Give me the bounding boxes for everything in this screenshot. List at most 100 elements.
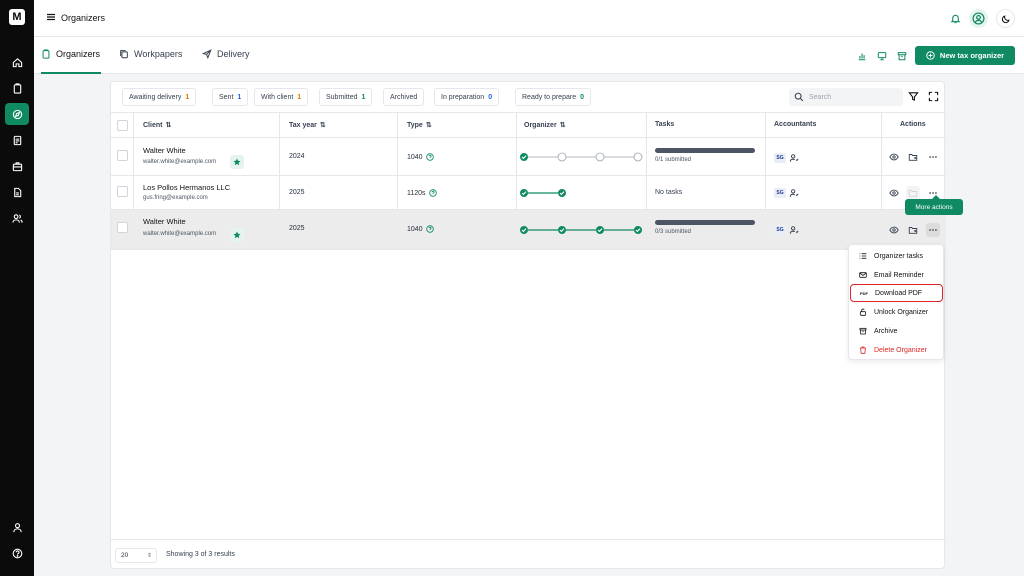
- bell-icon[interactable]: [946, 9, 965, 28]
- menu-item-unlock-organizer[interactable]: Unlock Organizer: [850, 303, 943, 321]
- list-icon: [859, 253, 867, 259]
- star-icon[interactable]: [230, 155, 244, 169]
- filter-submitted[interactable]: Submitted 1: [319, 88, 373, 106]
- menu-item-organizer-tasks[interactable]: Organizer tasks: [850, 247, 943, 265]
- page-size-select[interactable]: 20 ⇕: [115, 548, 157, 563]
- app-logo[interactable]: M: [9, 9, 25, 25]
- star-icon[interactable]: [230, 228, 244, 242]
- filter-label: Sent: [219, 93, 234, 101]
- send-icon: [202, 49, 212, 59]
- menu-label: Unlock Organizer: [874, 308, 929, 316]
- row-checkbox[interactable]: [117, 186, 128, 197]
- table-row[interactable]: Los Pollos Hermanos LLC gus.fring@exampl…: [111, 176, 946, 210]
- folder-move-icon[interactable]: [906, 150, 920, 164]
- filter-ready-to-prepare[interactable]: Ready to prepare 0: [515, 88, 591, 106]
- help-icon[interactable]: [425, 225, 434, 233]
- file-icon[interactable]: [5, 181, 29, 203]
- table-header: Client ⇅ Tax year ⇅ Type ⇅ Organizer ⇅ Tasks…: [111, 112, 946, 138]
- accountant-badge[interactable]: SG: [774, 225, 786, 235]
- page-size-value: 20: [121, 552, 129, 559]
- tax-year: 2024: [289, 153, 305, 160]
- col-type[interactable]: Type ⇅: [407, 121, 432, 130]
- compass-icon[interactable]: [5, 103, 29, 125]
- tabs-bar: Organizers Workpapers Delivery New tax o…: [34, 37, 1024, 74]
- table-row[interactable]: Walter White walter.white@example.com 20…: [111, 138, 946, 176]
- tab-delivery[interactable]: Delivery: [202, 49, 250, 59]
- col-organizer[interactable]: Organizer ⇅: [524, 121, 566, 130]
- filter-awaiting-delivery[interactable]: Awaiting delivery 1: [122, 88, 197, 106]
- folder-move-icon[interactable]: [906, 186, 920, 200]
- table-row[interactable]: Walter White walter.white@example.com 20…: [111, 210, 946, 250]
- user-icon[interactable]: [5, 516, 29, 538]
- filter-count: 1: [297, 93, 302, 101]
- menu-item-delete-organizer[interactable]: Delete Organizer: [850, 341, 943, 359]
- col-tasks: Tasks: [655, 121, 674, 128]
- home-icon[interactable]: [5, 51, 29, 73]
- menu-label: Archive: [874, 327, 898, 335]
- left-rail: M: [0, 0, 34, 576]
- avatar[interactable]: [969, 9, 988, 28]
- more-actions-button[interactable]: [926, 150, 940, 164]
- view-icon[interactable]: [887, 150, 901, 164]
- organizer-progress: [520, 226, 642, 234]
- filter-sent[interactable]: Sent 1: [212, 88, 249, 106]
- search-icon: [794, 92, 804, 102]
- type-label: 1120s: [407, 189, 426, 197]
- client-name[interactable]: Walter White: [143, 217, 186, 226]
- tab-workpapers[interactable]: Workpapers: [119, 49, 182, 59]
- menu-item-download-pdf[interactable]: PDF Download PDF: [850, 284, 943, 302]
- tab-organizers[interactable]: Organizers: [41, 49, 100, 59]
- client-name[interactable]: Los Pollos Hermanos LLC: [143, 183, 230, 192]
- help-icon[interactable]: [425, 153, 434, 161]
- accountant-badge[interactable]: SG: [774, 153, 786, 163]
- archive-icon: [859, 327, 867, 335]
- col-tax-year[interactable]: Tax year ⇅: [289, 121, 326, 130]
- archive-box-icon[interactable]: [897, 51, 907, 61]
- col-label: Type: [407, 121, 423, 129]
- document-icon[interactable]: [5, 129, 29, 151]
- filter-in-preparation[interactable]: In preparation 0: [434, 88, 500, 106]
- moon-icon[interactable]: [996, 9, 1015, 28]
- tasks-status: 0/3 submitted: [655, 229, 692, 235]
- help-icon[interactable]: [5, 542, 29, 564]
- unlock-icon: [859, 308, 867, 316]
- table-footer: 20 ⇕ Showing 3 of 3 results: [111, 539, 946, 570]
- mail-icon: [859, 272, 867, 278]
- more-actions-button[interactable]: [926, 223, 940, 237]
- folder-move-icon[interactable]: [906, 223, 920, 237]
- return-type: 1040: [407, 153, 434, 161]
- menu-item-email-reminder[interactable]: Email Reminder: [850, 266, 943, 284]
- view-icon[interactable]: [887, 186, 901, 200]
- type-label: 1040: [407, 153, 423, 161]
- filter-icon[interactable]: [908, 91, 919, 102]
- client-name[interactable]: Walter White: [143, 146, 186, 155]
- filter-archived[interactable]: Archived: [383, 88, 425, 106]
- accountant-badge[interactable]: SG: [774, 188, 786, 198]
- search-input[interactable]: Search: [809, 94, 831, 101]
- filter-label: Submitted: [326, 93, 358, 101]
- briefcase-icon[interactable]: [5, 155, 29, 177]
- menu-item-archive[interactable]: Archive: [850, 322, 943, 340]
- monitor-icon[interactable]: [877, 51, 887, 61]
- clipboard-icon[interactable]: [5, 77, 29, 99]
- view-icon[interactable]: [887, 223, 901, 237]
- menu-label: Delete Organizer: [874, 346, 927, 354]
- filter-with-client[interactable]: With client 1: [254, 88, 309, 106]
- users-icon[interactable]: [5, 207, 29, 229]
- new-tax-organizer-button[interactable]: New tax organizer: [915, 46, 1015, 65]
- clipboard-icon: [42, 49, 50, 59]
- row-checkbox[interactable]: [117, 222, 128, 233]
- col-label: Accountants: [774, 121, 817, 128]
- select-all-checkbox[interactable]: [117, 120, 128, 131]
- sort-icon: ⇅: [165, 122, 172, 129]
- search-box[interactable]: Search: [789, 88, 903, 106]
- assign-user-icon[interactable]: [789, 153, 799, 163]
- expand-icon[interactable]: [928, 91, 939, 102]
- assign-user-icon[interactable]: [789, 225, 799, 235]
- col-client[interactable]: Client ⇅: [143, 121, 172, 130]
- chart-icon[interactable]: [857, 51, 867, 61]
- assign-user-icon[interactable]: [789, 188, 799, 198]
- help-icon[interactable]: [428, 189, 437, 197]
- row-checkbox[interactable]: [117, 150, 128, 161]
- menu-icon[interactable]: [46, 12, 56, 22]
